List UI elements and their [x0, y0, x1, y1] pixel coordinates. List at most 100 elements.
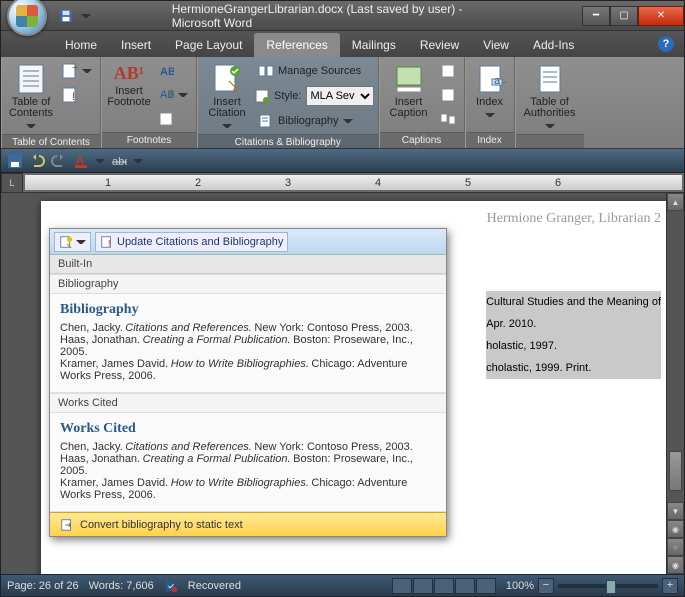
gallery-item-bibliography[interactable]: Bibliography Chen, Jacky. Citations and …	[50, 294, 446, 393]
status-recovered[interactable]: Recovered	[188, 580, 241, 592]
update-tof-button[interactable]	[436, 84, 460, 106]
ruler-tick: 2	[195, 177, 201, 189]
bibliographies-icon	[59, 235, 73, 249]
group-label: Citations & Bibliography	[198, 134, 378, 150]
convert-to-static-button[interactable]: Convert bibliography to static text	[50, 512, 446, 536]
chevron-down-icon	[178, 90, 188, 100]
browse-object-button[interactable]: ○	[667, 538, 684, 556]
status-page[interactable]: Page: 26 of 26	[7, 580, 79, 592]
tab-add-ins[interactable]: Add-Ins	[521, 33, 586, 57]
style-icon	[254, 88, 270, 104]
gallery-ref: Kramer, James David. How to Write Biblio…	[60, 477, 436, 501]
prev-page-button[interactable]: ◉	[667, 520, 684, 538]
insert-citation-button[interactable]: Insert Citation	[202, 60, 252, 134]
caption-label: Insert Caption	[390, 97, 428, 119]
group-label: Table of Contents	[2, 134, 100, 150]
cross-reference-button[interactable]	[436, 108, 460, 130]
table-of-contents-button[interactable]: Table of Contents	[6, 60, 56, 134]
outline-view-button[interactable]	[455, 578, 475, 594]
full-screen-view-button[interactable]	[413, 578, 433, 594]
gallery-item-works-cited[interactable]: Works Cited Chen, Jacky. Citations and R…	[50, 413, 446, 512]
qat2-dropdown-icon[interactable]	[133, 156, 143, 166]
scroll-track[interactable]	[667, 211, 684, 502]
horizontal-ruler[interactable]: L 1 2 3 4 5 6	[1, 173, 684, 193]
save-icon[interactable]	[59, 9, 73, 23]
print-layout-view-button[interactable]	[392, 578, 412, 594]
manage-sources-icon	[258, 63, 274, 79]
insert-caption-button[interactable]: Insert Caption	[384, 60, 434, 122]
manage-sources-button[interactable]: Manage Sources	[254, 60, 374, 82]
group-label: Footnotes	[102, 132, 196, 148]
scroll-thumb[interactable]	[669, 451, 682, 491]
ruler-tick: 6	[555, 177, 561, 189]
tab-home[interactable]: Home	[53, 33, 109, 57]
page-line: holastic, 1997.	[486, 335, 661, 357]
show-notes-button[interactable]	[154, 108, 192, 130]
next-page-button[interactable]: ◉	[667, 556, 684, 574]
ruler-tick: 3	[285, 177, 291, 189]
bibliography-button[interactable]: Bibliography	[254, 110, 374, 132]
style-select[interactable]: MLA Sev	[306, 86, 374, 106]
table-of-authorities-button[interactable]: Table of Authorities	[520, 60, 580, 134]
add-text-button[interactable]: +	[58, 60, 96, 82]
strikethrough-icon[interactable]: abc	[111, 153, 127, 169]
web-layout-view-button[interactable]	[434, 578, 454, 594]
group-citations-bibliography: Insert Citation Manage Sources Style: ML…	[197, 57, 379, 148]
gallery-ref: Haas, Jonathan. Creating a Formal Public…	[60, 334, 436, 358]
document-area: Hermione Granger, Librarian 2 Cultural S…	[1, 193, 684, 574]
save-icon[interactable]	[7, 153, 23, 169]
index-icon: a→	[474, 63, 506, 95]
ribbon: Table of Contents + ! Table of Contents …	[1, 57, 684, 149]
font-color-icon[interactable]: A	[73, 153, 89, 169]
zoom-slider[interactable]	[558, 584, 658, 588]
bibliography-label: Bibliography	[278, 115, 339, 127]
view-buttons	[392, 578, 496, 594]
tab-page-layout[interactable]: Page Layout	[163, 33, 254, 57]
office-button[interactable]	[7, 0, 47, 36]
convert-icon	[60, 518, 74, 532]
vertical-scrollbar[interactable]: ▲ ▼ ◉ ○ ◉	[666, 193, 684, 574]
scroll-down-button[interactable]: ▼	[667, 502, 684, 520]
svg-text:!: !	[72, 91, 75, 103]
qat-dropdown-icon[interactable]	[81, 11, 91, 21]
update-citations-label: Update Citations and Bibliography	[117, 236, 283, 248]
chevron-down-icon	[222, 121, 232, 131]
index-button[interactable]: a→ Index	[470, 60, 510, 123]
redo-icon[interactable]	[51, 153, 67, 169]
gallery-header: ! Update Citations and Bibliography	[50, 229, 446, 255]
bibliographies-split-button[interactable]	[54, 232, 91, 252]
next-footnote-button[interactable]: AB	[154, 84, 192, 106]
chevron-down-icon[interactable]	[95, 156, 105, 166]
insert-tof-button[interactable]	[436, 60, 460, 82]
status-words[interactable]: Words: 7,606	[89, 580, 154, 592]
tab-mailings[interactable]: Mailings	[340, 33, 408, 57]
quick-access-toolbar	[59, 9, 91, 23]
ruler-tick: 4	[375, 177, 381, 189]
minimize-button[interactable]: ━	[582, 6, 610, 26]
gallery-ref: Haas, Jonathan. Creating a Formal Public…	[60, 453, 436, 477]
zoom-level[interactable]: 100%	[506, 580, 534, 592]
manage-sources-label: Manage Sources	[278, 65, 361, 77]
zoom-in-button[interactable]: +	[662, 578, 678, 594]
zoom-out-button[interactable]: −	[538, 578, 554, 594]
tab-view[interactable]: View	[471, 33, 521, 57]
insert-endnote-button[interactable]: AB	[154, 60, 192, 82]
group-table-of-authorities: Table of Authorities	[515, 57, 584, 148]
tab-review[interactable]: Review	[408, 33, 471, 57]
maximize-button[interactable]: ▢	[610, 6, 638, 26]
update-table-button[interactable]: !	[58, 84, 96, 106]
close-button[interactable]: ✕	[638, 6, 684, 26]
insert-footnote-button[interactable]: AB¹ Insert Footnote	[106, 60, 152, 111]
undo-icon[interactable]	[29, 153, 45, 169]
index-label: Index	[476, 97, 503, 108]
help-icon[interactable]: ?	[658, 36, 674, 52]
gallery-ref: Kramer, James David. How to Write Biblio…	[60, 358, 436, 382]
proofing-icon[interactable]	[164, 579, 178, 593]
tab-references[interactable]: References	[254, 33, 339, 57]
draft-view-button[interactable]	[476, 578, 496, 594]
gallery-item-title: Bibliography	[60, 302, 436, 318]
tab-insert[interactable]: Insert	[109, 33, 163, 57]
group-footnotes: AB¹ Insert Footnote AB AB Footnotes	[101, 57, 197, 148]
update-citations-button[interactable]: ! Update Citations and Bibliography	[95, 232, 288, 252]
scroll-up-button[interactable]: ▲	[667, 193, 684, 211]
